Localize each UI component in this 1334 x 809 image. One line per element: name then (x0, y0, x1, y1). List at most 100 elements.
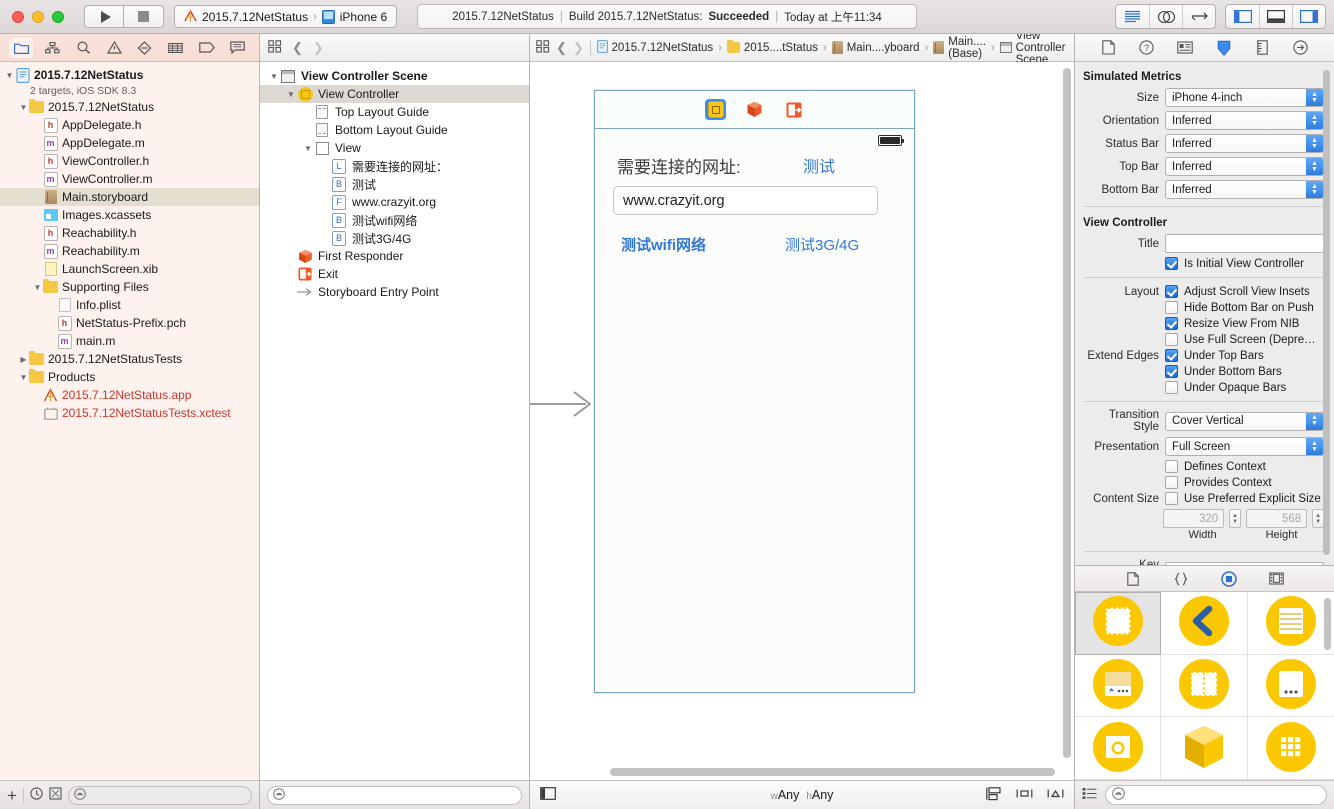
test-navigator-tab[interactable] (133, 38, 157, 58)
back-chevron-icon[interactable]: ❮ (292, 40, 303, 56)
identity-inspector-tab[interactable] (1174, 38, 1196, 58)
simulated-metric-select[interactable]: iPhone 4-inch ▲ ▼ (1165, 88, 1324, 107)
canvas-horizontal-scrollbar[interactable] (610, 768, 1055, 776)
file-template-library-tab[interactable] (1123, 569, 1143, 588)
object-library-grid[interactable] (1075, 592, 1334, 780)
add-file-button[interactable]: + (7, 787, 17, 804)
outline-row[interactable]: Storyboard Entry Point (260, 283, 529, 301)
symbol-navigator-tab[interactable] (40, 38, 64, 58)
navigator-row[interactable]: ▼ Supporting Files (0, 278, 259, 296)
outline-row[interactable]: Exit (260, 265, 529, 283)
minimize-window-button[interactable] (32, 10, 44, 23)
navigator-row[interactable]: ▼ 2015.7.12NetStatus (0, 98, 259, 116)
run-button[interactable] (84, 5, 124, 28)
outline-row[interactable]: Bottom Layout Guide (260, 121, 529, 139)
defines-context-checkbox[interactable] (1165, 460, 1178, 473)
url-textfield[interactable]: www.crazyit.org (613, 186, 878, 215)
simulated-metric-select[interactable]: Inferred ▲ ▼ (1165, 157, 1324, 176)
navigator-row[interactable]: ▶ 2015.7.12NetStatusTests (0, 350, 259, 368)
breakpoint-navigator-tab[interactable] (195, 38, 219, 58)
layout-option-checkbox[interactable] (1165, 317, 1178, 330)
navigator-row[interactable]: h NetStatus-Prefix.pch (0, 314, 259, 332)
gl-kit-view-controller-object[interactable] (1161, 717, 1248, 780)
layout-option-checkbox[interactable] (1165, 285, 1178, 298)
connections-inspector-tab[interactable] (1290, 38, 1312, 58)
navigator-row[interactable]: h ViewController.h (0, 152, 259, 170)
breadcrumb-item[interactable]: 2015.7.12NetStatus (596, 39, 713, 56)
outline-row[interactable]: Top Layout Guide (260, 103, 529, 121)
outline-row[interactable]: Fwww.crazyit.org (260, 193, 529, 211)
outline-row[interactable]: First Responder (260, 247, 529, 265)
assistant-editor-button[interactable] (1149, 5, 1182, 28)
project-navigator-tree[interactable]: ▼ 2015.7.12NetStatus 2 targets, iOS SDK 8.… (0, 62, 259, 780)
debug-navigator-tab[interactable] (164, 38, 188, 58)
library-list-view-button[interactable] (1082, 787, 1097, 803)
outline-row[interactable]: ▼ View (260, 139, 529, 157)
disclosure-triangle-icon[interactable]: ▼ (32, 283, 43, 292)
navigator-row[interactable]: m ViewController.m (0, 170, 259, 188)
navigator-row[interactable]: LaunchScreen.xib (0, 260, 259, 278)
use-preferred-size-checkbox[interactable] (1165, 492, 1178, 505)
forward-chevron-icon[interactable]: ❯ (313, 40, 324, 56)
view-controller-object[interactable] (1075, 592, 1162, 655)
stop-button[interactable] (124, 5, 164, 28)
toggle-debug-area-button[interactable] (1259, 5, 1292, 28)
navigator-filter-field[interactable] (67, 785, 252, 805)
scheme-selector[interactable]: 2015.7.12NetStatus › iPhone 6 (174, 5, 398, 28)
disclosure-triangle-icon[interactable]: ▼ (285, 90, 297, 99)
presentation-select[interactable]: Full Screen ▲ ▼ (1165, 437, 1324, 456)
close-window-button[interactable] (12, 10, 24, 23)
align-button[interactable] (1016, 787, 1033, 803)
is-initial-checkbox[interactable] (1165, 257, 1178, 270)
layout-option-checkbox[interactable] (1165, 301, 1178, 314)
extend-edges-option-checkbox[interactable] (1165, 365, 1178, 378)
code-snippet-library-tab[interactable] (1171, 569, 1191, 588)
simulated-metric-select[interactable]: Inferred ▲ ▼ (1165, 111, 1324, 130)
attributes-inspector-tab[interactable] (1213, 38, 1235, 58)
quick-help-tab[interactable]: ? (1136, 38, 1158, 58)
grid-icon[interactable] (536, 39, 550, 56)
issue-navigator-tab[interactable] (102, 38, 126, 58)
recent-files-filter-button[interactable] (30, 787, 43, 803)
content-height-input[interactable]: 568 (1246, 509, 1308, 528)
activity-status-view[interactable]: 2015.7.12NetStatus | Build 2015.7.12NetS… (417, 4, 917, 29)
scene-dock-view-controller-icon[interactable] (705, 99, 726, 120)
project-navigator-tab[interactable] (9, 37, 34, 58)
navigator-row[interactable]: 2015.7.12NetStatusTests.xctest (0, 404, 259, 422)
storyboard-canvas[interactable]: 需要连接的网址: 测试 www.crazyit.org 测试wifi网络 测试3… (530, 62, 1074, 780)
button-test-3g[interactable]: 测试3G/4G (785, 234, 859, 255)
forward-chevron-icon[interactable]: ❯ (573, 40, 584, 56)
outline-row[interactable]: ▼ View Controller Scene (260, 67, 529, 85)
library-scrollbar[interactable] (1324, 598, 1331, 650)
document-outline-toggle-button[interactable] (540, 787, 556, 803)
disclosure-triangle-icon[interactable]: ▼ (4, 71, 15, 80)
disclosure-triangle-icon[interactable]: ▶ (18, 355, 29, 364)
toggle-navigator-button[interactable] (1226, 5, 1259, 28)
navigator-row[interactable]: Main.storyboard (0, 188, 259, 206)
outline-row[interactable]: B 测试wifi网络 (260, 211, 529, 229)
scene-dock-first-responder-icon[interactable] (744, 99, 765, 120)
breadcrumb-item[interactable]: Main....(Base) (933, 36, 986, 60)
navigator-row[interactable]: Info.plist (0, 296, 259, 314)
source-control-filter-button[interactable] (49, 787, 62, 803)
size-inspector-tab[interactable] (1251, 38, 1273, 58)
file-inspector-tab[interactable] (1097, 38, 1119, 58)
breadcrumb-item[interactable]: 2015....tStatus (726, 40, 818, 54)
media-library-tab[interactable] (1267, 569, 1287, 588)
navigation-controller-object[interactable] (1161, 592, 1248, 655)
disclosure-triangle-icon[interactable]: ▼ (268, 72, 280, 81)
find-navigator-tab[interactable] (71, 38, 95, 58)
outline-row[interactable]: B 测试3G/4G (260, 229, 529, 247)
disclosure-triangle-icon[interactable]: ▼ (18, 373, 29, 382)
grid-icon[interactable] (268, 39, 282, 56)
collection-view-controller-object[interactable] (1247, 717, 1334, 780)
outline-row[interactable]: B 测试 (260, 175, 529, 193)
navigator-row[interactable]: ▼ Products (0, 368, 259, 386)
content-width-input[interactable]: 320 (1163, 509, 1225, 528)
provides-context-checkbox[interactable] (1165, 476, 1178, 489)
version-editor-button[interactable] (1182, 5, 1215, 28)
tab-bar-controller-object[interactable] (1075, 654, 1162, 718)
canvas-vertical-scrollbar[interactable] (1063, 68, 1071, 758)
breadcrumb[interactable]: 2015.7.12NetStatus › 2015....tStatus › Main.… (596, 30, 1068, 66)
simulated-metric-select[interactable]: Inferred ▲ ▼ (1165, 180, 1324, 199)
